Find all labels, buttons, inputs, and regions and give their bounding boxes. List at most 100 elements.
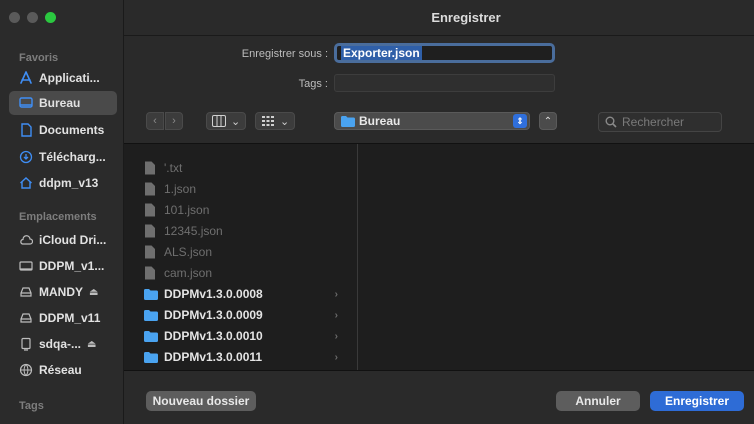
save-form: Enregistrer sous : Exporter.json Tags : … — [124, 36, 754, 144]
cloud-icon — [19, 233, 33, 247]
new-folder-button[interactable]: Nouveau dossier — [146, 391, 256, 411]
file-icon — [145, 182, 155, 196]
sidebar-item-ddpm-v1[interactable]: DDPM_v1... — [9, 254, 117, 278]
sidebar-item-label: DDPM_v1... — [39, 259, 105, 273]
sidebar-item-label: DDPM_v11 — [39, 311, 101, 325]
grid-icon — [262, 116, 274, 126]
chevron-down-icon: ⌄ — [280, 115, 290, 128]
file-browser: '.txt 1.json 101.json 12345.json ALS.json cam… — [124, 144, 754, 370]
sidebar-item-applications[interactable]: Applicati... — [9, 66, 117, 90]
location-label: Bureau — [359, 114, 401, 128]
group-options-button[interactable]: ⌄ — [255, 112, 296, 130]
folder-icon — [144, 351, 158, 363]
sidebar-section-locations: Emplacements — [19, 211, 97, 223]
sidebar-item-label: Bureau — [39, 96, 81, 110]
sidebar-item-label: Applicati... — [39, 71, 100, 85]
zoom-window-button[interactable] — [45, 12, 56, 23]
file-column: '.txt 1.json 101.json 12345.json ALS.json cam… — [124, 144, 358, 370]
sidebar-item-bureau[interactable]: Bureau — [9, 91, 117, 115]
eject-icon[interactable]: ⏏ — [87, 339, 96, 350]
collapse-button[interactable]: ⌃ — [539, 112, 557, 130]
sidebar-item-reseau[interactable]: Réseau — [9, 358, 117, 382]
folder-icon — [341, 115, 355, 127]
sidebar-item-mandy[interactable]: MANDY ⏏ — [9, 280, 117, 304]
bottom-bar: Nouveau dossier Annuler Enregistrer — [124, 370, 754, 424]
file-name: DDPMv1.3.0.0008 — [164, 287, 263, 301]
sidebar-item-label: ddpm_v13 — [39, 176, 99, 190]
view-columns-button[interactable]: ⌄ — [206, 112, 247, 130]
window-controls — [9, 12, 56, 23]
file-name: 12345.json — [164, 224, 223, 238]
file-icon — [145, 203, 155, 217]
sidebar: Favoris Applicati... Bureau Documents Té… — [0, 0, 124, 424]
search-field[interactable]: Rechercher — [598, 112, 722, 132]
sidebar-item-home[interactable]: ddpm_v13 — [9, 171, 117, 195]
chevron-right-icon: › — [334, 351, 338, 363]
tags-field[interactable] — [334, 74, 555, 92]
network-icon — [19, 363, 33, 377]
columns-view-icon — [212, 115, 226, 127]
folder-icon — [144, 309, 158, 321]
file-icon — [145, 266, 155, 280]
sidebar-item-sdqa[interactable]: sdqa-... ⏏ — [9, 332, 117, 356]
chevron-up-icon: ⌃ — [543, 115, 553, 127]
search-placeholder: Rechercher — [622, 115, 685, 129]
sidebar-section-tags: Tags — [19, 400, 44, 412]
sidebar-item-label: Télécharg... — [39, 150, 106, 164]
folder-row[interactable]: DDPMv1.3.0.0009 › — [144, 305, 352, 325]
title-bar: Enregistrer — [124, 0, 754, 36]
back-button[interactable]: ‹ — [146, 112, 164, 130]
sidebar-item-documents[interactable]: Documents — [9, 118, 117, 142]
folder-row[interactable]: DDPMv1.3.0.0011 › — [144, 347, 352, 367]
display-icon — [19, 259, 33, 273]
window-title: Enregistrer — [431, 10, 501, 25]
sidebar-section-favorites: Favoris — [19, 52, 59, 64]
up-down-arrows-icon: ⇕ — [513, 114, 527, 128]
file-icon — [145, 245, 155, 259]
sidebar-item-ddpm-v11[interactable]: DDPM_v11 — [9, 306, 117, 330]
tags-label: Tags : — [298, 78, 328, 90]
filename-field[interactable]: Exporter.json — [334, 43, 555, 63]
cancel-button[interactable]: Annuler — [556, 391, 640, 411]
sidebar-item-label: MANDY — [39, 285, 83, 299]
desktop-icon — [19, 96, 33, 110]
file-icon — [145, 161, 155, 175]
document-icon — [19, 123, 33, 137]
sidebar-item-icloud[interactable]: iCloud Dri... — [9, 228, 117, 252]
search-icon — [605, 116, 617, 128]
chevron-down-icon: ⌄ — [231, 115, 241, 128]
file-row: 101.json — [144, 200, 352, 220]
file-name: DDPMv1.3.0.0010 — [164, 329, 263, 343]
chevron-right-icon: › — [334, 309, 338, 321]
minimize-window-button[interactable] — [27, 12, 38, 23]
folder-row[interactable]: DDPMv1.3.0.0010 › — [144, 326, 352, 346]
file-icon — [145, 224, 155, 238]
save-as-label: Enregistrer sous : — [241, 48, 328, 60]
forward-button[interactable]: › — [165, 112, 183, 130]
sidebar-item-label: Documents — [39, 123, 105, 137]
close-window-button[interactable] — [9, 12, 20, 23]
file-row: cam.json — [144, 263, 352, 283]
sidebar-item-telechargements[interactable]: Télécharg... — [9, 145, 117, 169]
file-name: ALS.json — [164, 245, 213, 259]
filename-value: Exporter.json — [341, 46, 422, 60]
sidebar-item-label: sdqa-... — [39, 337, 82, 351]
applications-icon — [19, 71, 33, 85]
navigation-buttons: ‹ › — [146, 112, 183, 130]
save-button[interactable]: Enregistrer — [650, 391, 744, 411]
eject-icon[interactable]: ⏏ — [89, 287, 98, 298]
home-icon — [19, 176, 33, 190]
download-icon — [19, 150, 33, 164]
file-name: '.txt — [164, 161, 183, 175]
file-name: 1.json — [164, 182, 197, 196]
file-row: 12345.json — [144, 221, 352, 241]
location-popup[interactable]: Bureau ⇕ — [334, 112, 530, 130]
disk-icon — [19, 337, 33, 351]
file-row: '.txt — [144, 158, 352, 178]
chevron-right-icon: › — [334, 288, 338, 300]
folder-row[interactable]: DDPMv1.3.0.0008 › — [144, 284, 352, 304]
file-name: DDPMv1.3.0.0011 — [164, 350, 263, 364]
file-name: cam.json — [164, 266, 213, 280]
folder-icon — [144, 330, 158, 342]
folder-icon — [144, 288, 158, 300]
